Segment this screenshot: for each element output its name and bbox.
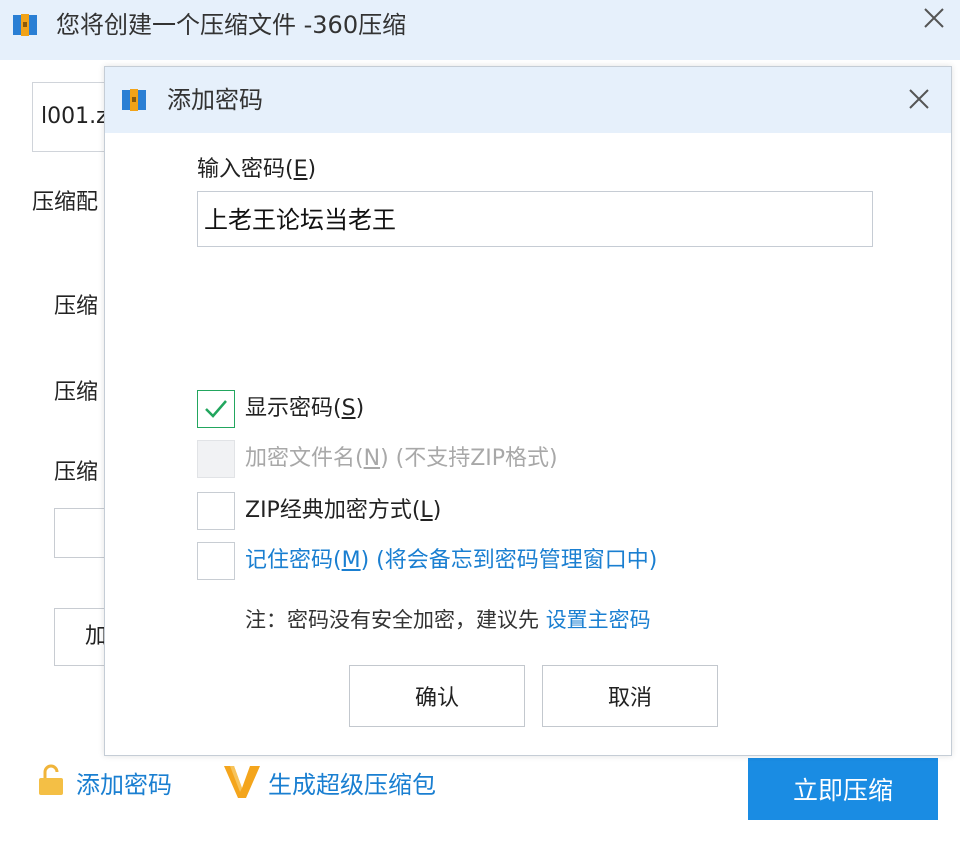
remember-password-option[interactable]: 记住密码(M) (将会备忘到密码管理窗口中) <box>197 541 657 581</box>
compression-config-label: 压缩配 <box>32 190 99 215</box>
remember-password-checkbox[interactable] <box>197 542 235 580</box>
show-password-option[interactable]: 显示密码(S) <box>197 389 364 429</box>
dialog-app-logo-icon <box>122 89 146 111</box>
super-package-v-icon[interactable] <box>222 764 262 800</box>
password-label: 输入密码(E) <box>197 157 317 182</box>
super-package-link[interactable]: 生成超级压缩包 <box>268 770 436 800</box>
set-master-password-link[interactable]: 设置主密码 <box>546 608 651 632</box>
zip-classic-encryption-checkbox[interactable] <box>197 492 235 530</box>
compression-option-label-1: 压缩 <box>54 294 99 319</box>
zip-classic-encryption-option[interactable]: ZIP经典加密方式(L) <box>197 491 441 531</box>
security-note: 注：密码没有安全加密，建议先 设置主密码 <box>245 608 651 632</box>
zip-classic-encryption-label: ZIP经典加密方式(L) <box>245 498 442 523</box>
remember-password-label[interactable]: 记住密码(M) (将会备忘到密码管理窗口中) <box>245 546 657 576</box>
lock-icon[interactable] <box>38 764 64 796</box>
checkmark-icon <box>205 400 227 418</box>
compression-option-label-2: 压缩 <box>54 380 99 405</box>
dialog-close-icon[interactable] <box>905 85 933 113</box>
add-password-dialog: 添加密码 输入密码(E) 显示密码(S) 加密文件名(N) (不支持ZIP格式)… <box>104 66 952 756</box>
confirm-button[interactable]: 确认 <box>349 665 525 727</box>
encrypt-filenames-label: 加密文件名(N) (不支持ZIP格式) <box>245 446 558 471</box>
main-titlebar: 您将创建一个压缩文件 -360压缩 <box>0 0 960 60</box>
show-password-checkbox[interactable] <box>197 390 235 428</box>
password-input[interactable] <box>197 191 873 247</box>
app-logo-icon <box>13 14 37 36</box>
compress-now-button[interactable]: 立即压缩 <box>748 758 938 820</box>
show-password-label: 显示密码(S) <box>245 396 365 421</box>
cancel-button[interactable]: 取消 <box>542 665 718 727</box>
compression-option-label-3: 压缩 <box>54 460 99 485</box>
dialog-titlebar: 添加密码 <box>105 67 951 133</box>
dialog-title: 添加密码 <box>167 86 263 114</box>
main-window-title: 您将创建一个压缩文件 -360压缩 <box>56 11 407 39</box>
add-password-link[interactable]: 添加密码 <box>76 770 172 800</box>
main-close-icon[interactable] <box>920 4 948 32</box>
encrypt-filenames-checkbox <box>197 440 235 478</box>
encrypt-filenames-option: 加密文件名(N) (不支持ZIP格式) <box>197 439 558 479</box>
